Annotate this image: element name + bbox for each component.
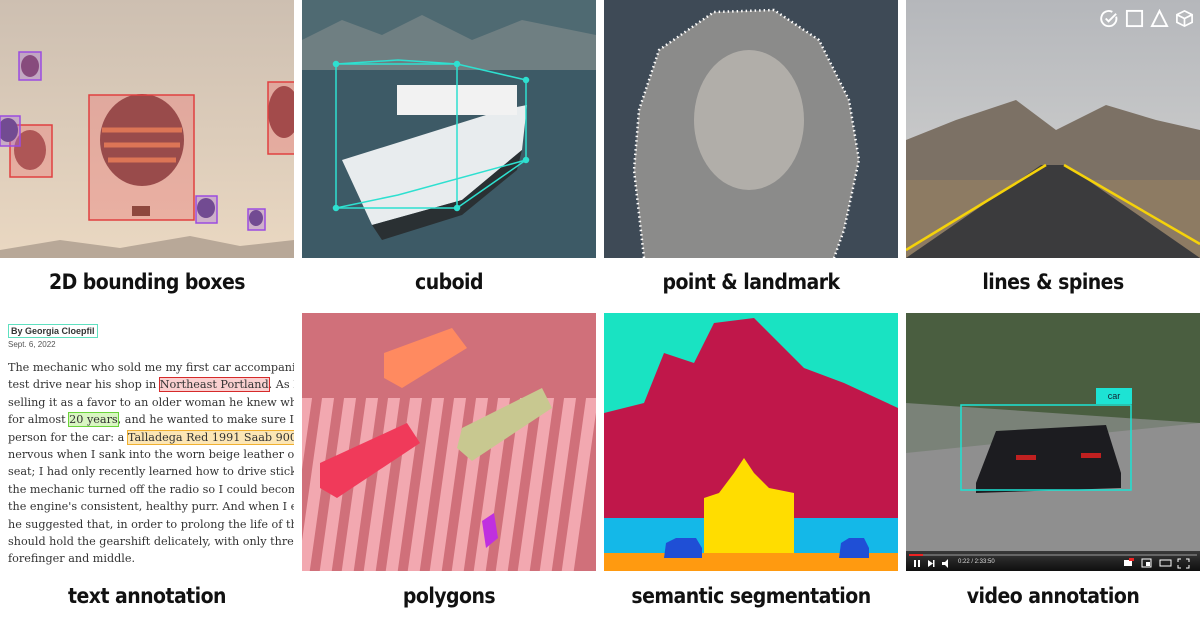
- text-line: selling it as a favor to an older woman …: [8, 395, 294, 409]
- segmentation-image: [604, 313, 898, 571]
- caption-cuboid: cuboid: [415, 270, 483, 294]
- annotation-tools: [1100, 9, 1194, 28]
- next-icon[interactable]: [928, 560, 935, 567]
- tile-polygons[interactable]: [302, 313, 596, 571]
- caption-lines-splines: lines & spines: [982, 270, 1124, 294]
- video-player-controls: 0:22 / 2:33:50: [906, 551, 1200, 571]
- bbox-balloon: [267, 81, 294, 155]
- text-span: for almost: [8, 413, 70, 427]
- entity-location[interactable]: Northeast Portland: [158, 377, 270, 393]
- point-landmark-image: [604, 0, 898, 258]
- subtitles-icon[interactable]: [1124, 558, 1134, 566]
- entity-duration[interactable]: 20 years: [68, 412, 119, 428]
- bbox-balloon: [0, 115, 21, 147]
- text-line: forefinger and middle.: [8, 552, 136, 566]
- video-label: car: [1096, 388, 1132, 404]
- text-line: seat; I had only recently learned how to…: [8, 465, 294, 479]
- caption-text-annotation: text annotation: [68, 584, 226, 608]
- tile-semantic-segmentation[interactable]: [604, 313, 898, 571]
- bbox-balloon-large: [88, 94, 195, 221]
- text-line: for almost 20 years, and he wanted to ma…: [8, 411, 294, 428]
- tile-2d-bounding-boxes[interactable]: [0, 0, 294, 258]
- caption-2d-bounding-boxes: 2D bounding boxes: [48, 270, 246, 294]
- polygons-image: [302, 313, 596, 571]
- caption-point-landmark: point & landmark: [662, 270, 840, 294]
- tile-point-landmark[interactable]: [604, 0, 898, 258]
- text-line: nervous when I sank into the worn beige …: [8, 448, 294, 462]
- pause-icon[interactable]: [914, 560, 920, 567]
- bbox-balloon: [18, 51, 42, 81]
- bbox-balloon: [195, 195, 218, 224]
- entity-vehicle[interactable]: Talladega Red 1991 Saab 900: [126, 429, 294, 445]
- check-circle-icon[interactable]: [1100, 9, 1119, 28]
- cuboid-image: [302, 0, 596, 258]
- article-date: Sept. 6, 2022: [8, 340, 56, 349]
- text-line: test drive near his shop in Northeast Po…: [8, 376, 294, 393]
- article-body: The mechanic who sold me my first car ac…: [8, 359, 294, 568]
- square-icon[interactable]: [1125, 9, 1144, 28]
- tile-cuboid[interactable]: [302, 0, 596, 258]
- text-line: person for the car: a Talladega Red 1991…: [8, 429, 294, 446]
- text-span: test drive near his shop in: [8, 378, 160, 392]
- caption-semantic-segmentation: semantic segmentation: [631, 584, 871, 608]
- tile-lines-splines[interactable]: [906, 0, 1200, 258]
- triangle-icon[interactable]: [1150, 9, 1169, 28]
- volume-icon[interactable]: [942, 559, 948, 568]
- text-line: he suggested that, in order to prolong t…: [8, 517, 294, 531]
- video-time: 0:22 / 2:33:50: [958, 559, 995, 565]
- video-frame: [906, 313, 1200, 571]
- lines-splines-image: [906, 0, 1200, 258]
- text-span: . As I rec: [268, 378, 294, 392]
- bbox-balloon: [247, 208, 266, 231]
- caption-polygons: polygons: [402, 584, 496, 608]
- text-line: the mechanic turned off the radio so I c…: [8, 482, 294, 496]
- tile-text-annotation[interactable]: By Georgia Cloepfil Sept. 6, 2022 The me…: [0, 313, 294, 571]
- text-line: The mechanic who sold me my first car ac…: [8, 361, 294, 374]
- caption-video-annotation: video annotation: [966, 584, 1140, 608]
- text-span: , and he wanted to make sure I was: [117, 413, 294, 427]
- cube-icon[interactable]: [1175, 9, 1194, 28]
- bounding-boxes-image: [0, 0, 294, 258]
- text-span: person for the car: a: [8, 430, 128, 444]
- tile-video-annotation[interactable]: car 0:22 / 2:33:50: [906, 313, 1200, 571]
- text-line: should hold the gearshift delicately, wi…: [8, 535, 294, 549]
- fullscreen-icon[interactable]: [1177, 558, 1190, 569]
- miniplayer-icon[interactable]: [1141, 558, 1152, 568]
- author-tag: By Georgia Cloepfil: [8, 324, 98, 338]
- text-line: the engine's consistent, healthy purr. A…: [8, 500, 294, 514]
- theater-mode-icon[interactable]: [1159, 559, 1172, 567]
